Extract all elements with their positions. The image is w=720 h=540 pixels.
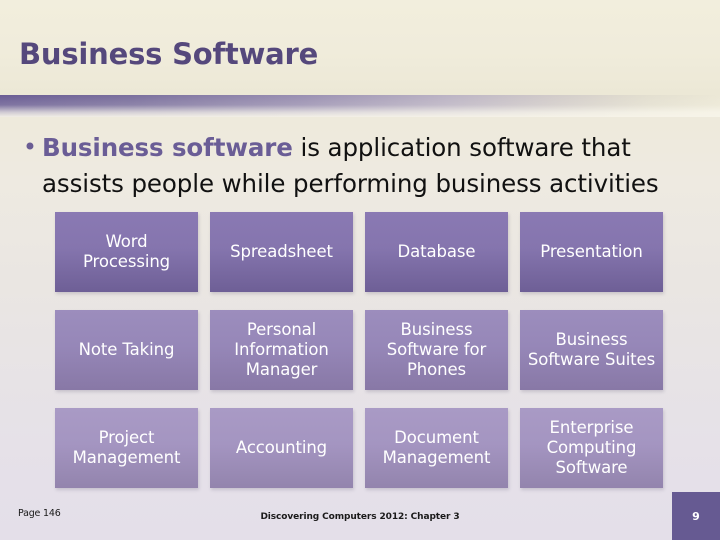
slide-number-text: 9	[692, 509, 700, 523]
bullet-block: • Business software is application softw…	[18, 130, 708, 202]
matrix-cell[interactable]: Spreadsheet	[210, 212, 353, 292]
bullet-lead-term: Business software	[42, 133, 293, 162]
bullet-text: Business software is application softwar…	[42, 130, 708, 202]
matrix-cell[interactable]: Presentation	[520, 212, 663, 292]
matrix-cell-label: Spreadsheet	[230, 242, 333, 261]
matrix-cell[interactable]: Word Processing	[55, 212, 198, 292]
matrix-cell[interactable]: Note Taking	[55, 310, 198, 390]
matrix-cell[interactable]: Database	[365, 212, 508, 292]
matrix-cell[interactable]: Accounting	[210, 408, 353, 488]
matrix-cell-label: Project Management	[72, 428, 181, 467]
matrix-cell-label: Business Software for Phones	[386, 320, 487, 379]
matrix-cell[interactable]: Project Management	[55, 408, 198, 488]
matrix-cell-label: Enterprise Computing Software	[546, 418, 637, 477]
page-title: Business Software	[19, 37, 319, 71]
matrix-cell[interactable]: Business Software Suites	[520, 310, 663, 390]
bullet-list-item: • Business software is application softw…	[18, 130, 708, 202]
matrix-cell[interactable]: Personal Information Manager	[210, 310, 353, 390]
bullet-dot-icon: •	[22, 133, 38, 161]
matrix-cell[interactable]: Document Management	[365, 408, 508, 488]
matrix-cell-label: Database	[397, 242, 476, 261]
matrix-cell-label: Presentation	[540, 242, 643, 261]
matrix-cell-label: Note Taking	[78, 340, 175, 359]
software-category-matrix: Word Processing Spreadsheet Database Pre…	[55, 212, 665, 488]
matrix-cell[interactable]: Business Software for Phones	[365, 310, 508, 390]
title-divider-bar	[0, 95, 720, 117]
slide-number-badge: 9	[672, 492, 720, 540]
matrix-cell-label: Personal Information Manager	[234, 320, 329, 379]
slide-canvas: Business Software • Business software is…	[0, 0, 720, 540]
footer-source-citation: Discovering Computers 2012: Chapter 3	[260, 512, 460, 522]
matrix-cell[interactable]: Enterprise Computing Software	[520, 408, 663, 488]
matrix-cell-label: Business Software Suites	[527, 330, 656, 369]
matrix-cell-label: Document Management	[382, 428, 491, 467]
matrix-cell-label: Word Processing	[82, 232, 171, 271]
matrix-cell-label: Accounting	[235, 438, 328, 457]
